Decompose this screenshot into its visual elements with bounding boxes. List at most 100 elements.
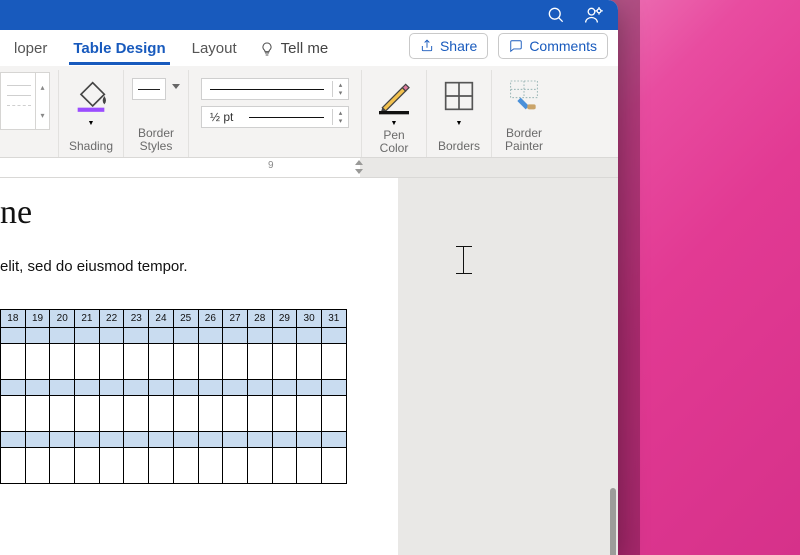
table-cell[interactable] <box>198 344 223 380</box>
table-cell[interactable] <box>75 344 100 380</box>
table-cell[interactable] <box>223 448 248 484</box>
table-cell[interactable] <box>124 432 149 448</box>
table-cell[interactable] <box>198 396 223 432</box>
chevron-down-icon[interactable] <box>172 84 180 89</box>
table-cell[interactable] <box>25 380 50 396</box>
table-cell[interactable] <box>99 344 124 380</box>
border-painter-button[interactable] <box>500 72 548 120</box>
table-cell[interactable] <box>223 396 248 432</box>
table-cell[interactable] <box>173 448 198 484</box>
table-cell[interactable] <box>149 328 174 344</box>
table-cell[interactable] <box>50 396 75 432</box>
table-cell[interactable] <box>1 432 26 448</box>
table-cell[interactable] <box>247 328 272 344</box>
table-cell[interactable] <box>149 396 174 432</box>
table-cell[interactable] <box>272 344 297 380</box>
table-cell[interactable] <box>173 380 198 396</box>
table-cell[interactable] <box>99 328 124 344</box>
table-cell[interactable] <box>25 396 50 432</box>
table-cell[interactable] <box>297 328 322 344</box>
table-cell[interactable] <box>247 344 272 380</box>
table-cell[interactable] <box>50 432 75 448</box>
table-cell[interactable] <box>173 344 198 380</box>
comments-button[interactable]: Comments <box>498 33 608 59</box>
table-cell[interactable] <box>149 432 174 448</box>
table-cell[interactable] <box>75 396 100 432</box>
table-cell[interactable] <box>124 380 149 396</box>
table-cell[interactable] <box>272 396 297 432</box>
table-cell[interactable] <box>99 448 124 484</box>
table-cell[interactable] <box>223 380 248 396</box>
table-cell[interactable] <box>124 328 149 344</box>
table-cell[interactable] <box>99 380 124 396</box>
table-cell[interactable] <box>173 328 198 344</box>
table-cell[interactable] <box>272 328 297 344</box>
table-style-gallery[interactable]: ▴▾ <box>0 72 50 130</box>
table-cell[interactable] <box>247 396 272 432</box>
table-cell[interactable] <box>50 344 75 380</box>
margin-marker[interactable] <box>352 160 366 174</box>
table-cell[interactable] <box>297 448 322 484</box>
table-cell[interactable] <box>99 396 124 432</box>
table-cell[interactable] <box>1 396 26 432</box>
table-cell[interactable] <box>198 432 223 448</box>
table-cell[interactable] <box>198 328 223 344</box>
table-cell[interactable] <box>75 432 100 448</box>
table-cell[interactable] <box>75 380 100 396</box>
table-cell[interactable] <box>1 380 26 396</box>
calendar-table[interactable]: 1819202122232425262728293031 <box>0 309 347 484</box>
table-cell[interactable] <box>272 380 297 396</box>
table-cell[interactable] <box>124 448 149 484</box>
table-cell[interactable] <box>321 432 346 448</box>
table-cell[interactable] <box>25 432 50 448</box>
table-cell[interactable] <box>1 448 26 484</box>
table-cell[interactable] <box>124 344 149 380</box>
borders-button[interactable]: ▼ <box>435 72 483 129</box>
shading-button[interactable]: ▼ <box>67 72 115 129</box>
table-cell[interactable] <box>247 380 272 396</box>
table-cell[interactable] <box>50 328 75 344</box>
table-cell[interactable] <box>297 396 322 432</box>
vertical-scrollbar[interactable] <box>610 488 616 555</box>
table-cell[interactable] <box>297 380 322 396</box>
table-cell[interactable] <box>272 448 297 484</box>
table-cell[interactable] <box>25 328 50 344</box>
table-cell[interactable] <box>173 396 198 432</box>
table-cell[interactable] <box>198 448 223 484</box>
share-button[interactable]: Share <box>409 33 488 59</box>
search-icon[interactable] <box>546 5 566 25</box>
table-cell[interactable] <box>223 344 248 380</box>
tab-developer[interactable]: loper <box>10 40 51 65</box>
border-style-sample[interactable] <box>132 78 166 100</box>
table-cell[interactable] <box>321 396 346 432</box>
table-cell[interactable] <box>198 380 223 396</box>
table-cell[interactable] <box>321 380 346 396</box>
table-cell[interactable] <box>124 396 149 432</box>
tab-layout[interactable]: Layout <box>188 40 241 65</box>
tab-table-design[interactable]: Table Design <box>69 40 169 65</box>
table-cell[interactable] <box>247 432 272 448</box>
table-cell[interactable] <box>99 432 124 448</box>
table-cell[interactable] <box>297 344 322 380</box>
table-cell[interactable] <box>223 328 248 344</box>
table-cell[interactable] <box>75 448 100 484</box>
table-cell[interactable] <box>223 432 248 448</box>
table-cell[interactable] <box>321 344 346 380</box>
table-cell[interactable] <box>297 432 322 448</box>
table-cell[interactable] <box>272 432 297 448</box>
pen-color-button[interactable]: ▼ <box>370 72 418 129</box>
line-weight-selector[interactable]: ½ pt ▴▾ <box>201 106 349 128</box>
table-cell[interactable] <box>321 448 346 484</box>
page[interactable]: ne elit, sed do eiusmod tempor. 18192021… <box>0 178 398 555</box>
horizontal-ruler[interactable]: 9 <box>0 158 618 178</box>
line-style-selector[interactable]: ▴▾ <box>201 78 349 100</box>
table-cell[interactable] <box>149 344 174 380</box>
table-cell[interactable] <box>247 448 272 484</box>
table-cell[interactable] <box>50 380 75 396</box>
table-cell[interactable] <box>321 328 346 344</box>
table-cell[interactable] <box>173 432 198 448</box>
table-cell[interactable] <box>75 328 100 344</box>
table-cell[interactable] <box>1 328 26 344</box>
tell-me-search[interactable]: Tell me <box>259 40 329 65</box>
table-cell[interactable] <box>25 344 50 380</box>
